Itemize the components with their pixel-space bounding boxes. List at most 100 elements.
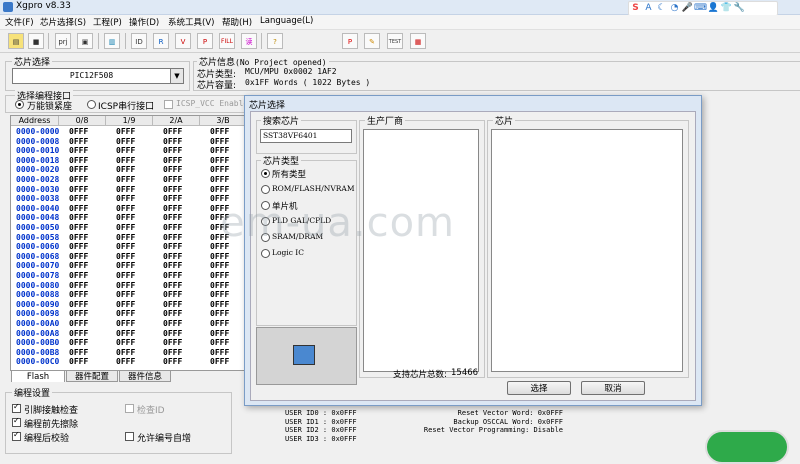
value-cell[interactable]: 0FFF xyxy=(116,348,135,357)
table-row[interactable]: 0000-0058 0FFF 0FFF 0FFF 0FFF xyxy=(11,233,247,242)
wrench-icon[interactable]: 🔧 xyxy=(733,2,746,15)
punct-icon[interactable]: ◔ xyxy=(668,2,681,15)
menu-file[interactable]: 文件(F) xyxy=(5,16,34,28)
value-cell[interactable]: 0FFF xyxy=(116,127,135,136)
load-icon[interactable]: ▥ xyxy=(104,33,120,49)
table-row[interactable]: 0000-0078 0FFF 0FFF 0FFF 0FFF xyxy=(11,271,247,280)
value-cell[interactable]: 0FFF xyxy=(116,204,135,213)
test-icon[interactable]: TEST xyxy=(387,33,403,49)
id-icon[interactable]: ID xyxy=(131,33,147,49)
value-cell[interactable]: 0FFF xyxy=(116,156,135,165)
menu-project[interactable]: 工程(P) xyxy=(93,16,122,28)
type-radio-all[interactable] xyxy=(261,169,270,178)
value-cell[interactable]: 0FFF xyxy=(163,223,182,232)
icsp-vcc-checkbox[interactable] xyxy=(164,100,173,109)
icsp-radio[interactable] xyxy=(87,100,96,109)
verify-icon[interactable]: V xyxy=(175,33,191,49)
value-cell[interactable]: 0FFF xyxy=(210,185,229,194)
menu-tools[interactable]: 系统工具(V) xyxy=(168,16,214,28)
value-cell[interactable]: 0FFF xyxy=(210,156,229,165)
value-cell[interactable]: 0FFF xyxy=(116,300,135,309)
table-row[interactable]: 0000-00B8 0FFF 0FFF 0FFF 0FFF xyxy=(11,348,247,357)
lang-icon[interactable]: A xyxy=(642,2,655,15)
info-icon[interactable]: ? xyxy=(267,33,283,49)
value-cell[interactable]: 0FFF xyxy=(69,329,88,338)
value-cell[interactable]: 0FFF xyxy=(69,348,88,357)
value-cell[interactable]: 0FFF xyxy=(116,281,135,290)
socket-radio[interactable] xyxy=(15,100,24,109)
value-cell[interactable]: 0FFF xyxy=(163,175,182,184)
auto-icon[interactable]: P xyxy=(342,33,358,49)
value-cell[interactable]: 0FFF xyxy=(210,252,229,261)
search-input[interactable]: SST38VF6401 xyxy=(260,129,352,143)
value-cell[interactable]: 0FFF xyxy=(116,271,135,280)
table-row[interactable]: 0000-00A0 0FFF 0FFF 0FFF 0FFF xyxy=(11,319,247,328)
value-cell[interactable]: 0FFF xyxy=(116,233,135,242)
value-cell[interactable]: 0FFF xyxy=(163,204,182,213)
keyboard-icon[interactable]: ⌨ xyxy=(694,2,707,15)
menu-language[interactable]: Language(L) xyxy=(260,16,313,26)
program-icon[interactable]: P xyxy=(197,33,213,49)
open-icon[interactable]: ▤ xyxy=(8,33,24,49)
value-cell[interactable]: 0FFF xyxy=(163,357,182,366)
read-icon[interactable]: R xyxy=(153,33,169,49)
table-row[interactable]: 0000-0010 0FFF 0FFF 0FFF 0FFF xyxy=(11,146,247,155)
value-cell[interactable]: 0FFF xyxy=(69,156,88,165)
value-cell[interactable]: 0FFF xyxy=(210,281,229,290)
save-project-icon[interactable]: ▣ xyxy=(77,33,93,49)
fill-icon[interactable]: FILL xyxy=(219,33,235,49)
verify-checkbox[interactable] xyxy=(12,430,21,441)
value-cell[interactable]: 0FFF xyxy=(116,194,135,203)
value-cell[interactable]: 0FFF xyxy=(163,348,182,357)
value-cell[interactable]: 0FFF xyxy=(163,319,182,328)
ic-test-icon[interactable]: ▦ xyxy=(410,33,426,49)
value-cell[interactable]: 0FFF xyxy=(210,329,229,338)
select-button[interactable]: 选择 xyxy=(507,381,571,395)
table-row[interactable]: 0000-00A8 0FFF 0FFF 0FFF 0FFF xyxy=(11,329,247,338)
value-cell[interactable]: 0FFF xyxy=(210,338,229,347)
value-cell[interactable]: 0FFF xyxy=(210,290,229,299)
value-cell[interactable]: 0FFF xyxy=(163,300,182,309)
table-row[interactable]: 0000-00B0 0FFF 0FFF 0FFF 0FFF xyxy=(11,338,247,347)
value-cell[interactable]: 0FFF xyxy=(210,261,229,270)
ime-toolbar[interactable]: S A ☾ ◔ 🎤⌨👤 👕 🔧 xyxy=(628,1,778,16)
table-row[interactable]: 0000-0040 0FFF 0FFF 0FFF 0FFF xyxy=(11,204,247,213)
table-row[interactable]: 0000-0060 0FFF 0FFF 0FFF 0FFF xyxy=(11,242,247,251)
value-cell[interactable]: 0FFF xyxy=(163,146,182,155)
value-cell[interactable]: 0FFF xyxy=(210,175,229,184)
value-cell[interactable]: 0FFF xyxy=(69,127,88,136)
value-cell[interactable]: 0FFF xyxy=(69,233,88,242)
value-cell[interactable]: 0FFF xyxy=(116,252,135,261)
value-cell[interactable]: 0FFF xyxy=(163,281,182,290)
value-cell[interactable]: 0FFF xyxy=(163,252,182,261)
value-cell[interactable]: 0FFF xyxy=(163,261,182,270)
chevron-down-icon[interactable]: ▼ xyxy=(170,68,184,84)
value-cell[interactable]: 0FFF xyxy=(69,165,88,174)
chip-select-field[interactable]: PIC12F508 xyxy=(12,68,171,84)
menu-operation[interactable]: 操作(D) xyxy=(129,16,159,28)
value-cell[interactable]: 0FFF xyxy=(116,309,135,318)
check-id-checkbox[interactable] xyxy=(125,404,134,413)
value-cell[interactable]: 0FFF xyxy=(116,175,135,184)
value-cell[interactable]: 0FFF xyxy=(163,165,182,174)
value-cell[interactable]: 0FFF xyxy=(210,309,229,318)
type-radio-logic[interactable] xyxy=(261,249,270,258)
auto-increment-checkbox[interactable] xyxy=(125,432,134,441)
value-cell[interactable]: 0FFF xyxy=(69,290,88,299)
value-cell[interactable]: 0FFF xyxy=(116,319,135,328)
value-cell[interactable]: 0FFF xyxy=(116,338,135,347)
table-row[interactable]: 0000-0090 0FFF 0FFF 0FFF 0FFF xyxy=(11,300,247,309)
manufacturer-list[interactable] xyxy=(363,129,479,372)
value-cell[interactable]: 0FFF xyxy=(116,185,135,194)
open-project-icon[interactable]: prj xyxy=(55,33,71,49)
table-row[interactable]: 0000-00C0 0FFF 0FFF 0FFF 0FFF xyxy=(11,357,247,366)
value-cell[interactable]: 0FFF xyxy=(210,137,229,146)
value-cell[interactable]: 0FFF xyxy=(163,309,182,318)
tab-device-config[interactable]: 器件配置 xyxy=(66,370,118,382)
value-cell[interactable]: 0FFF xyxy=(210,271,229,280)
table-row[interactable]: 0000-0050 0FFF 0FFF 0FFF 0FFF xyxy=(11,223,247,232)
table-row[interactable]: 0000-0048 0FFF 0FFF 0FFF 0FFF xyxy=(11,213,247,222)
save-icon[interactable]: ■ xyxy=(28,33,44,49)
value-cell[interactable]: 0FFF xyxy=(116,329,135,338)
value-cell[interactable]: 0FFF xyxy=(210,319,229,328)
